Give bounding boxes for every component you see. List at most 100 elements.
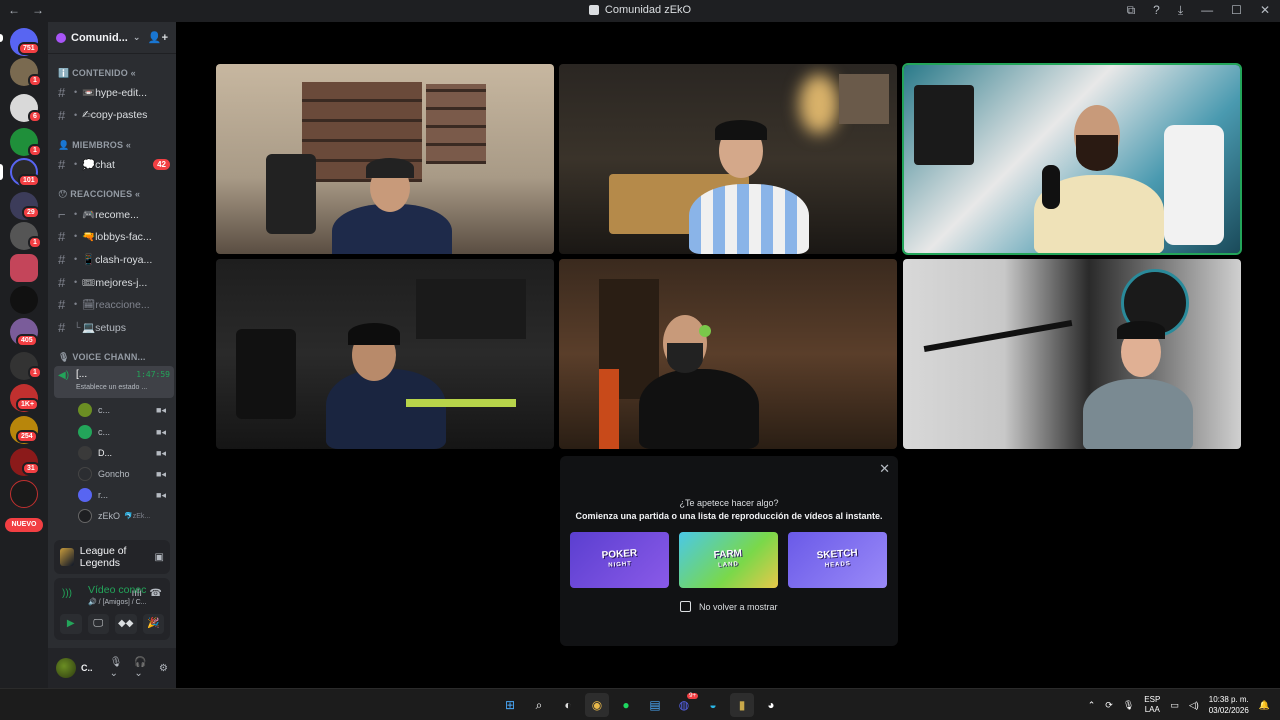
checkbox-icon[interactable] [680, 601, 691, 612]
unread-badge: 29 [22, 206, 40, 219]
headset-icon[interactable]: 🎧 ⌄ [134, 657, 148, 679]
category-voice[interactable]: 🎙 VOICE CHANN... [58, 352, 146, 363]
avatar[interactable] [56, 658, 76, 678]
microphone-arm [923, 320, 1073, 352]
channel-reacciones[interactable]: # • 🗓reaccione... [58, 294, 170, 314]
voice-connection-panel: ))) Vídeo conectado 🔊 / [Amigos] / C... … [54, 578, 170, 640]
microphone-icon[interactable]: 🎙 ⌄ [110, 657, 124, 679]
dot-icon: • [74, 231, 78, 241]
voice-user[interactable]: r... ■◂ [78, 485, 166, 505]
chrome-icon[interactable]: ◉ [585, 693, 609, 717]
video-tile[interactable] [559, 259, 897, 449]
server-icon[interactable] [10, 254, 38, 282]
disconnect-icon[interactable]: ☎ [150, 588, 162, 599]
game-title: League of Legends [79, 545, 127, 569]
system-tray: ⌃ ⟳ 🎙 ESP LAA ▭ ◁) 10:38 p. m. 03/02/2026 … [1088, 694, 1270, 716]
voice-connected-channel[interactable]: 🔊 / [Amigos] / C... [88, 598, 147, 606]
voice-user[interactable]: Goncho ■◂ [78, 464, 166, 484]
server-logo-icon [588, 5, 599, 15]
soundboard-button[interactable]: 🎉 [142, 614, 164, 634]
task-view-icon[interactable]: ◐ [556, 693, 580, 717]
channel-mejores-jugadas[interactable]: # • 🎟mejores-j... [58, 272, 170, 292]
channel-clash-royale[interactable]: # • 📱clash-roya... [58, 249, 170, 269]
volume-icon[interactable]: ◁) [1189, 700, 1199, 711]
notifications-icon[interactable]: 🔔 [1259, 700, 1270, 711]
add-user-icon[interactable]: 👤+ [148, 31, 168, 44]
channel-copy-pastes[interactable]: # • ✍copy-pastes [58, 105, 170, 125]
microphone-icon[interactable]: 🎙 [1123, 700, 1134, 711]
video-call-area: ✕ ¿Te apetece hacer algo? Comienza una p… [176, 22, 1280, 688]
close-button[interactable]: ✕ [1260, 3, 1270, 18]
activity-subtitle: NIGHT [607, 561, 632, 569]
spotify-icon[interactable]: ● [614, 693, 638, 717]
activity-poker-night[interactable]: POKER NIGHT [570, 532, 669, 588]
voice-channel-active[interactable]: ◀) [... 1:47:59 Establece un estado ... [54, 366, 174, 398]
voice-user[interactable]: zEkO 🐬zEk... [78, 506, 166, 526]
close-icon[interactable]: ✕ [879, 461, 890, 477]
voice-user[interactable]: c... ■◂ [78, 400, 166, 420]
category-contenido[interactable]: ℹ️ CONTENIDO « [58, 68, 136, 79]
server-icon[interactable] [10, 286, 38, 314]
sync-icon[interactable]: ⟳ [1105, 700, 1113, 711]
voice-user-name: c... [98, 427, 111, 437]
minimize-button[interactable]: — [1201, 3, 1213, 18]
video-tile[interactable] [559, 64, 897, 254]
help-icon[interactable]: ? [1153, 3, 1160, 18]
settings-gear-icon[interactable]: ⚙ [159, 663, 168, 674]
thread-branch-icon: └ [74, 322, 81, 332]
search-icon[interactable]: ⌕ [527, 693, 551, 717]
user-name[interactable]: C... [81, 663, 93, 673]
maximize-button[interactable]: ☐ [1231, 3, 1242, 18]
channel-setups[interactable]: # └ 💻setups [58, 317, 170, 337]
lamp-glow [799, 74, 839, 134]
activity-farm-land[interactable]: FARM LAND [679, 532, 778, 588]
unread-badge: 1 [28, 74, 42, 87]
channel-label: ✍copy-pastes [82, 109, 148, 121]
activity-sketch-heads[interactable]: SKETCH HEADS [788, 532, 887, 588]
panda-app-icon[interactable]: ◕ [759, 693, 783, 717]
guild-header[interactable]: Comunid... ⌄ 👤+ [48, 22, 176, 54]
voice-user[interactable]: D... ■◂ [78, 443, 166, 463]
controller-icon[interactable]: ▣ [155, 552, 164, 563]
unread-badge: 1 [28, 236, 42, 249]
video-tile[interactable] [903, 259, 1241, 449]
new-badge[interactable]: NUEVO [5, 518, 43, 532]
channel-label: 🔫lobbys-fac... [82, 230, 152, 243]
voice-user-name: r... [98, 490, 109, 500]
channel-chat[interactable]: # • 💭chat 42 [58, 154, 170, 174]
windows-start-icon[interactable]: ⊞ [498, 693, 522, 717]
category-miembros[interactable]: 👤 MIEMBROS « [58, 140, 131, 151]
game-activity-panel[interactable]: League of Legends ▣ [54, 540, 170, 574]
server-icon[interactable] [10, 480, 38, 508]
channel-hype-edits[interactable]: # • 📼hype-edit... [58, 82, 170, 102]
network-icon[interactable]: ▭ [1170, 700, 1179, 711]
video-tile[interactable] [216, 259, 554, 449]
channel-lobbys[interactable]: # • 🔫lobbys-fac... [58, 226, 170, 246]
video-tile-speaking[interactable] [902, 63, 1242, 255]
window [416, 279, 526, 339]
video-tile[interactable] [216, 64, 554, 254]
dont-show-again-checkbox[interactable]: No volver a mostrar [680, 601, 778, 612]
avatar [78, 467, 92, 481]
edge-icon[interactable]: ◒ [701, 693, 725, 717]
unread-badge: 254 [16, 430, 38, 443]
category-reacciones[interactable]: 😯 REACCIONES « [58, 189, 140, 200]
activity-button[interactable]: ◆◆ [115, 614, 137, 634]
thread-icon: # [58, 319, 66, 335]
window-title: Comunidad zEkO [0, 4, 1280, 16]
voice-user[interactable]: c... ■◂ [78, 422, 166, 442]
language-indicator[interactable]: ESP LAA [1144, 695, 1160, 715]
download-icon[interactable]: ⤓ [1178, 3, 1183, 18]
screen-share-button[interactable]: 🖵 [87, 614, 109, 634]
chevron-up-icon[interactable]: ⌃ [1088, 700, 1096, 711]
mention-count-badge: 42 [153, 158, 170, 170]
beard [1076, 135, 1118, 171]
inbox-icon[interactable]: ⧉ [1127, 3, 1136, 18]
camera-button[interactable]: ▶ [60, 614, 82, 634]
discord-icon[interactable]: ◍ 9+ [672, 693, 698, 717]
clock[interactable]: 10:38 p. m. 03/02/2026 [1209, 694, 1249, 716]
league-client-icon[interactable]: ▮ [730, 693, 754, 717]
channel-recomendaciones[interactable]: ⌐ • 🎮recome... [58, 204, 170, 224]
noise-suppression-icon[interactable]: ıılı [131, 588, 142, 599]
notepad-icon[interactable]: ▤ [643, 693, 667, 717]
